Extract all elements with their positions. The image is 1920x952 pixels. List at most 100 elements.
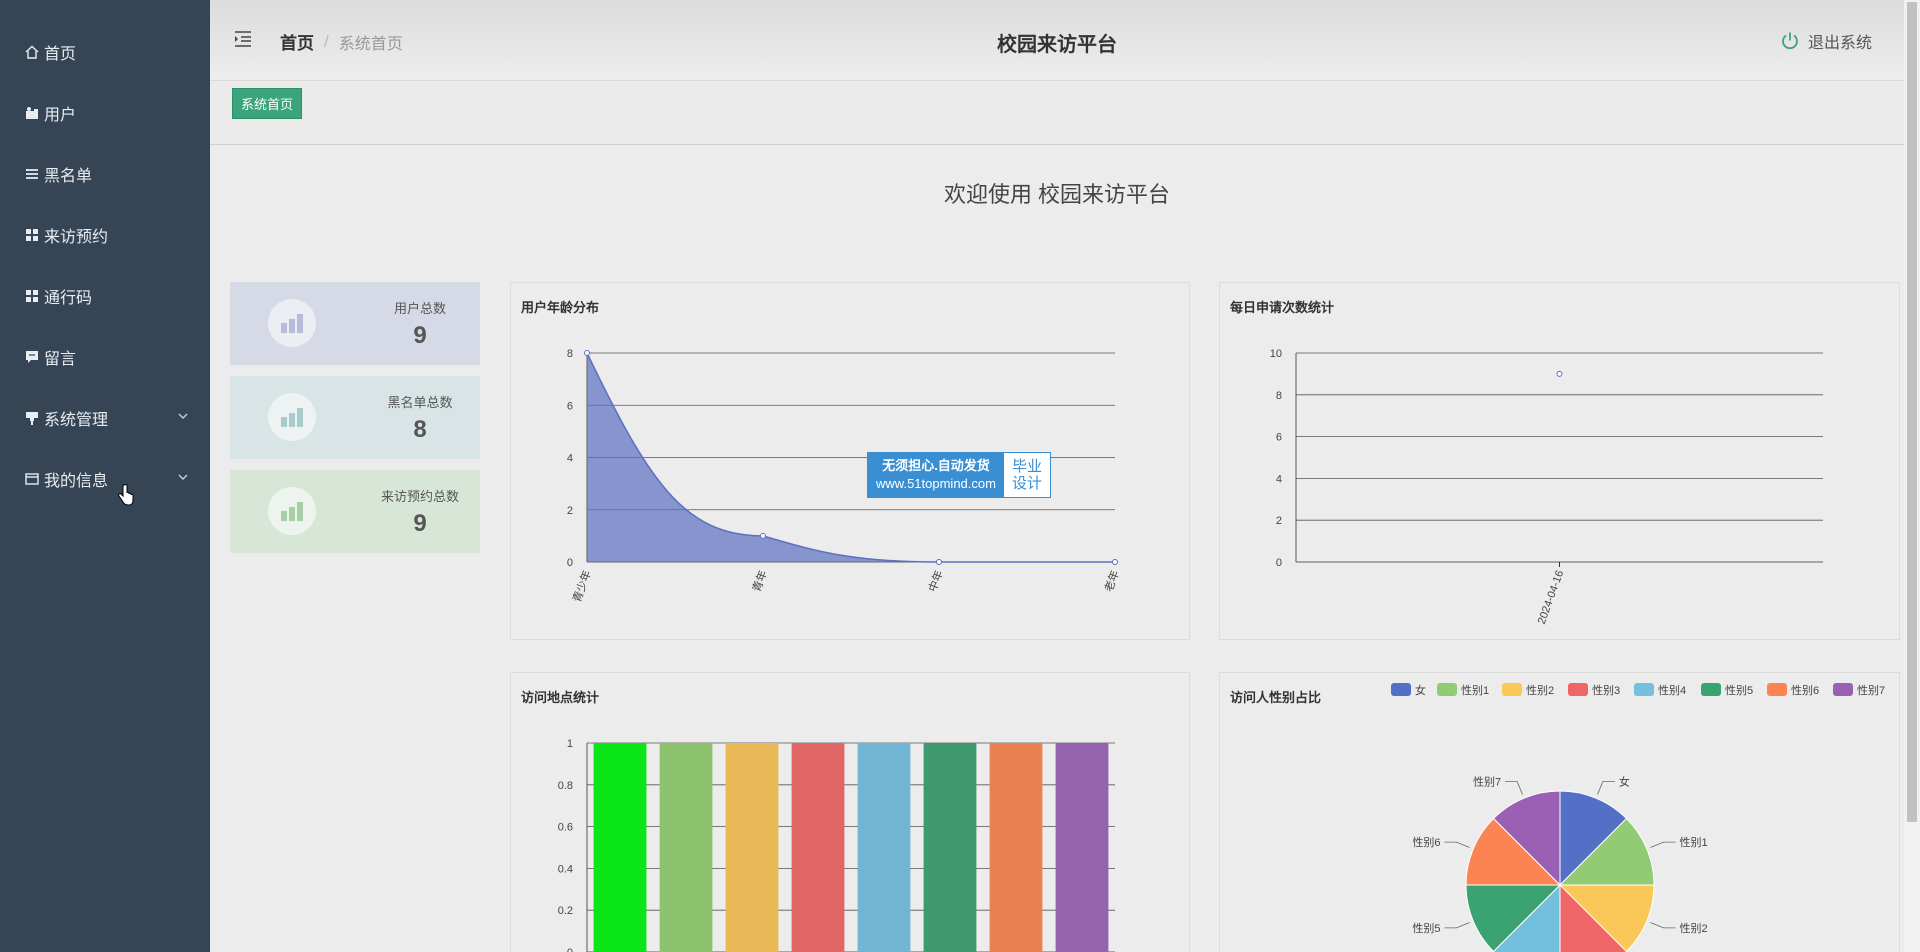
sidebar-item-5[interactable]: 留言 [0, 326, 210, 387]
legend-label[interactable]: 性别7 [1857, 683, 1885, 697]
y-tick-label: 2 [1276, 515, 1282, 527]
message-icon [24, 349, 40, 365]
logout-button[interactable]: 退出系统 [1780, 29, 1872, 53]
tab-system-home[interactable]: 系统首页 [232, 88, 303, 119]
sidebar-item-0[interactable]: 首页 [0, 21, 210, 82]
legend-swatch[interactable] [1502, 683, 1522, 696]
bar-chart-icon [268, 487, 316, 535]
top-header: 首页 / 系统首页 校园来访平台 退出系统 [210, 0, 1904, 81]
watermark-line2: www.51topmind.com [876, 476, 996, 491]
watermark-right1: 毕业 [1011, 458, 1042, 475]
y-tick-label: 1 [567, 738, 573, 750]
y-tick-label: 2 [567, 505, 573, 517]
user-icon [24, 105, 40, 121]
bar[interactable] [989, 743, 1043, 952]
legend-swatch[interactable] [1568, 683, 1588, 696]
card-icon [24, 471, 40, 487]
slice-label-line [1597, 781, 1615, 795]
slice-label: 性别2 [1679, 921, 1707, 935]
slice-label-line [1650, 841, 1676, 848]
stat-label: 用户总数 [393, 301, 446, 316]
sidebar-item-7[interactable]: 我的信息 [0, 448, 210, 509]
bar[interactable] [659, 743, 713, 952]
bar[interactable] [725, 743, 779, 952]
sidebar-item-label: 系统管理 [44, 411, 109, 429]
list-icon [24, 166, 40, 182]
grid-icon [24, 288, 40, 304]
legend-swatch[interactable] [1634, 683, 1654, 696]
data-point[interactable] [1112, 559, 1118, 565]
legend-label[interactable]: 女 [1415, 683, 1426, 697]
data-point[interactable] [760, 532, 766, 539]
home-icon [24, 44, 40, 60]
legend-label[interactable]: 性别2 [1526, 683, 1554, 697]
bar[interactable] [923, 743, 977, 952]
chevron-down-icon [178, 474, 188, 480]
sidebar-item-label: 来访预约 [44, 228, 109, 246]
scrollbar-thumb[interactable] [1907, 2, 1917, 822]
bar[interactable] [857, 743, 911, 952]
y-tick-label: 0.8 [558, 780, 573, 792]
bar-chart-icon [268, 299, 316, 347]
legend-label[interactable]: 性别6 [1791, 683, 1819, 697]
slice-label: 性别1 [1679, 835, 1707, 849]
slice-label: 性别5 [1412, 921, 1440, 935]
sidebar-item-6[interactable]: 系统管理 [0, 387, 210, 448]
chevron-down-icon [178, 413, 188, 419]
y-tick-label: 8 [567, 348, 573, 360]
app-title: 校园来访平台 [997, 34, 1117, 56]
slice-label-line [1444, 922, 1470, 929]
grid-icon [24, 227, 40, 243]
slice-label: 女 [1619, 775, 1630, 789]
sidebar-item-label: 用户 [44, 106, 77, 124]
legend-swatch[interactable] [1701, 683, 1721, 696]
sidebar-item-4[interactable]: 通行码 [0, 265, 210, 326]
sidebar-item-label: 首页 [44, 45, 77, 63]
bar[interactable] [593, 743, 647, 952]
legend-label[interactable]: 性别1 [1461, 683, 1489, 697]
sidebar-item-label: 留言 [44, 350, 77, 368]
pin-icon [24, 410, 40, 426]
stat-card: 黑名单总数 8 [230, 376, 480, 459]
welcome-text: 欢迎使用 校园来访平台 [943, 182, 1171, 207]
page-scrollbar[interactable] [1904, 0, 1920, 952]
data-point[interactable] [936, 559, 942, 565]
age-chart-panel: 用户年龄分布 0 2 4 6 8 青少年 青年 中年 老年 [510, 282, 1190, 640]
legend-swatch[interactable] [1833, 683, 1853, 696]
legend-label[interactable]: 性别3 [1592, 683, 1620, 697]
stat-label: 来访预约总数 [380, 489, 459, 504]
y-tick-label: 0 [567, 557, 573, 569]
sidebar-item-2[interactable]: 黑名单 [0, 143, 210, 204]
legend-label[interactable]: 性别4 [1658, 683, 1686, 697]
legend-swatch[interactable] [1391, 683, 1411, 696]
data-point[interactable] [1556, 370, 1563, 377]
y-tick-label: 0.4 [558, 863, 573, 875]
bar[interactable] [791, 743, 845, 952]
y-tick-label: 6 [567, 400, 573, 412]
y-tick-label: 10 [1270, 348, 1282, 360]
slice-label-line [1444, 841, 1470, 848]
mouse-cursor-icon [118, 484, 134, 506]
sidebar-item-label: 黑名单 [44, 167, 93, 185]
tag-bar: 系统首页 [210, 82, 1904, 145]
watermark-right2: 设计 [1011, 475, 1042, 492]
legend-label[interactable]: 性别5 [1725, 683, 1753, 697]
legend-swatch[interactable] [1437, 683, 1457, 696]
sidebar-item-3[interactable]: 来访预约 [0, 204, 210, 265]
legend-swatch[interactable] [1767, 683, 1787, 696]
bar[interactable] [1055, 743, 1109, 952]
y-tick-label: 0 [567, 947, 573, 952]
location-bar-chart: 0 0.2 0.4 0.6 0.8 1 [558, 738, 1115, 952]
stat-label: 黑名单总数 [387, 395, 453, 410]
stat-card: 用户总数 9 [230, 282, 480, 365]
stat-value: 9 [413, 510, 427, 537]
x-tick-label: 老年 [1101, 568, 1122, 593]
x-tick-label: 青年 [749, 568, 770, 593]
daily-chart-panel: 每日申请次数统计 0 2 4 6 8 10 2024-04-16 [1219, 282, 1900, 640]
sidebar-item-1[interactable]: 用户 [0, 82, 210, 143]
y-tick-label: 4 [567, 453, 573, 465]
watermark-badge: 无须担心.自动发货 www.51topmind.com 毕业 设计 [867, 452, 1051, 498]
power-icon [1782, 32, 1798, 50]
data-point[interactable] [584, 350, 590, 356]
x-tick-label: 中年 [925, 568, 946, 593]
